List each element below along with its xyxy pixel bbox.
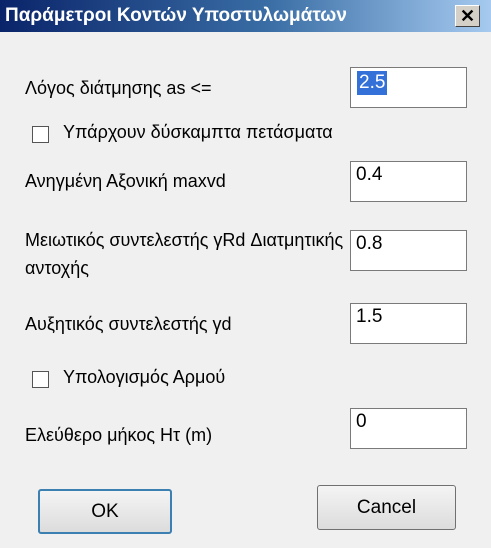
reduction-field[interactable] xyxy=(350,230,467,271)
short-columns-dialog: Παράμετροι Κοντών Υποστυλωμάτων ✕ Λόγος … xyxy=(0,0,491,548)
close-icon: ✕ xyxy=(459,6,476,26)
title-bar[interactable]: Παράμετροι Κοντών Υποστυλωμάτων ✕ xyxy=(0,0,491,32)
axial-input[interactable] xyxy=(351,162,466,201)
stiff-walls-checkbox[interactable] xyxy=(32,126,49,143)
dialog-title: Παράμετροι Κοντών Υποστυλωμάτων xyxy=(5,5,347,26)
ok-button-label: OK xyxy=(91,500,119,522)
reduction-input[interactable] xyxy=(351,231,466,270)
shear-ratio-label: Λόγος διάτμησης as <= xyxy=(25,78,212,98)
joint-calc-label[interactable]: Υπολογισμός Αρμού xyxy=(63,367,225,388)
increase-input[interactable] xyxy=(351,304,466,343)
increase-field[interactable] xyxy=(350,303,467,344)
close-button[interactable]: ✕ xyxy=(455,5,480,27)
joint-calc-checkbox[interactable] xyxy=(32,371,49,388)
axial-label: Ανηγμένη Αξονική maxvd xyxy=(25,171,226,191)
cancel-button[interactable]: Cancel xyxy=(317,485,456,530)
increase-label: Αυξητικός συντελεστής γd xyxy=(25,314,232,334)
free-length-input[interactable] xyxy=(351,409,466,448)
free-length-field[interactable] xyxy=(350,408,467,449)
free-length-label: Ελεύθερο μήκος Ητ (m) xyxy=(25,425,213,445)
axial-field[interactable] xyxy=(350,161,467,202)
ok-button[interactable]: OK xyxy=(38,489,172,534)
stiff-walls-label[interactable]: Υπάρχουν δύσκαμπτα πετάσματα xyxy=(63,122,333,143)
reduction-label: Μειωτικός συντελεστής γRd Διατμητικής αν… xyxy=(25,230,344,278)
shear-ratio-field[interactable]: 2.5 xyxy=(350,67,467,108)
shear-ratio-value[interactable]: 2.5 xyxy=(357,71,388,95)
cancel-button-label: Cancel xyxy=(356,496,417,518)
